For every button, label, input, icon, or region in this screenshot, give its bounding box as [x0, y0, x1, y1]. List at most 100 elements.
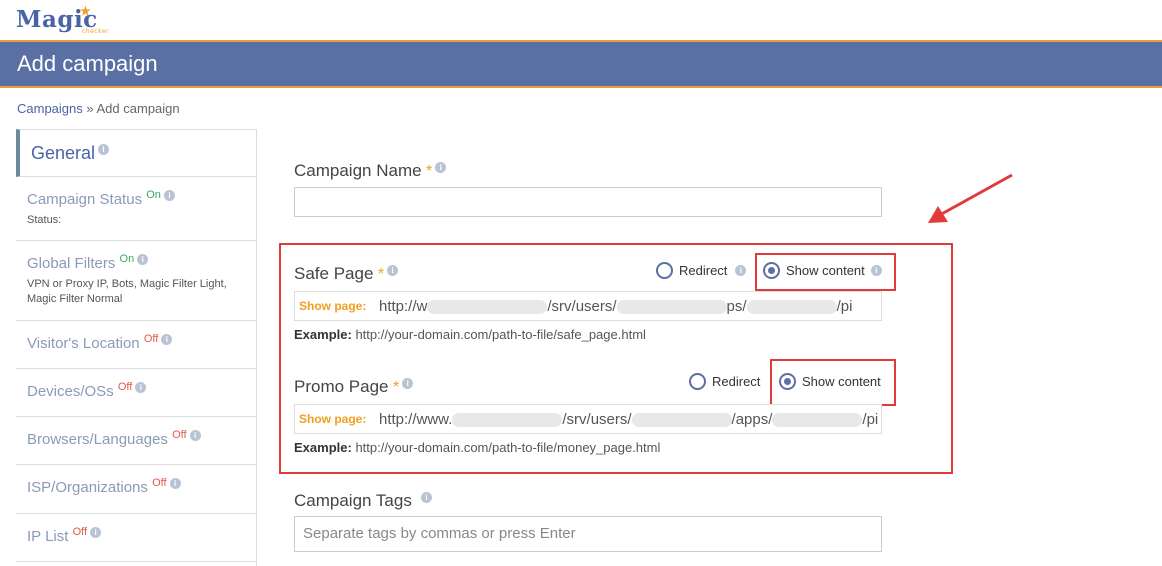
sidebar-item-label: IP List [27, 528, 69, 545]
safe-page-url-input[interactable]: Show page: http://w/srv/users/ps/ /pi [294, 291, 882, 321]
safe-redirect-radio[interactable]: Redirect i [656, 262, 747, 279]
breadcrumb: Campaigns » Add campaign [17, 101, 180, 116]
example-text: http://your-domain.com/path-to-file/mone… [355, 440, 661, 455]
redacted-block [746, 300, 837, 315]
status-badge: Off [143, 333, 159, 345]
sidebar-item-label: General [31, 143, 96, 163]
promo-page-example: Example: http://your-domain.com/path-to-… [294, 440, 660, 455]
radio-unchecked-icon[interactable] [689, 373, 706, 390]
required-marker: * [377, 266, 385, 283]
sidebar-item-isp-organizations[interactable]: ISP/Organizations Off i [16, 465, 256, 514]
radio-label: Redirect [712, 374, 761, 389]
url-value: http://www. /srv/users/ /apps/ /pi [379, 411, 878, 428]
status-badge: Off [172, 429, 187, 441]
safe-page-label: Safe Page * i [294, 264, 399, 284]
field-label-text: Campaign Name [294, 161, 422, 180]
field-label-text: Campaign Tags [294, 491, 412, 510]
url-part: ps/ [726, 298, 747, 315]
top-bar: Magic ★ checker [0, 0, 1162, 40]
star-icon: ★ [80, 4, 92, 18]
annotation-arrow-icon [928, 173, 1013, 223]
radio-label: Show content [802, 374, 881, 389]
radio-checked-icon[interactable] [779, 373, 796, 390]
sidebar-item-subtext: VPN or Proxy IP, Bots, Magic Filter Ligh… [27, 278, 227, 305]
info-icon[interactable]: i [435, 161, 447, 173]
tags-placeholder: Separate tags by commas or press Enter [303, 525, 576, 542]
promo-page-label: Promo Page * i [294, 377, 414, 397]
magic-checker-logo[interactable]: Magic ★ checker [16, 4, 109, 35]
field-label-text: Promo Page [294, 377, 389, 396]
promo-redirect-radio[interactable]: Redirect [689, 373, 760, 390]
info-icon[interactable]: i [735, 265, 747, 276]
sidebar-item-subtext: Status: [27, 214, 62, 226]
sidebar-item-ip-list[interactable]: IP List Off i [16, 514, 256, 562]
promo-show-content-radio[interactable]: Show content [779, 373, 881, 390]
sidebar-item-general[interactable]: General i [16, 129, 256, 177]
redacted-block [616, 300, 727, 315]
example-label: Example: [294, 440, 352, 455]
promo-page-url-input[interactable]: Show page: http://www. /srv/users/ /apps/ /… [294, 404, 882, 434]
safe-page-example: Example: http://your-domain.com/path-to-… [294, 327, 646, 342]
example-text: http://your-domain.com/path-to-file/safe… [355, 327, 646, 342]
redacted-block [772, 413, 863, 428]
status-badge: On [146, 189, 161, 201]
status-badge: On [119, 253, 135, 265]
campaign-name-label: Campaign Name * i [294, 161, 447, 181]
url-prefix: Show page: [299, 299, 367, 313]
redacted-block [452, 413, 563, 428]
info-icon[interactable]: i [402, 377, 414, 389]
logo-subtext: checker [82, 28, 110, 35]
url-part: /pi [862, 411, 879, 428]
url-part: http://www. [379, 411, 453, 428]
sidebar-item-browsers-languages[interactable]: Browsers/Languages Off i [16, 417, 256, 465]
sidebar-item-label: ISP/Organizations [27, 479, 148, 496]
url-part: /srv/users/ [562, 411, 632, 428]
breadcrumb-separator: » [82, 101, 97, 116]
sidebar-item-global-filters[interactable]: Global Filters On i VPN or Proxy IP, Bots… [16, 241, 256, 321]
sidebar-item-campaign-status[interactable]: Campaign Status On i Status: [16, 177, 256, 241]
info-icon[interactable]: i [98, 144, 110, 155]
radio-unchecked-icon[interactable] [656, 262, 673, 279]
info-icon[interactable]: i [420, 491, 432, 503]
url-part: /srv/users/ [547, 298, 617, 315]
field-label-text: Safe Page [294, 264, 374, 283]
info-icon[interactable]: i [169, 478, 181, 489]
radio-checked-icon[interactable] [763, 262, 780, 279]
sidebar-item-devices-oss[interactable]: Devices/OSs Off i [16, 369, 256, 417]
title-bar: Add campaign [0, 40, 1162, 88]
required-marker: * [426, 163, 433, 180]
page-title: Add campaign [17, 51, 158, 76]
url-value: http://w/srv/users/ps/ /pi [379, 298, 852, 315]
info-icon[interactable]: i [870, 265, 882, 276]
url-part: /pi [836, 298, 853, 315]
redacted-block [631, 413, 732, 428]
info-icon[interactable]: i [161, 334, 173, 345]
sidebar-item-visitors-location[interactable]: Visitor's Location Off i [16, 321, 256, 369]
status-badge: Off [117, 381, 133, 393]
sidebar-item-label: Campaign Status [27, 191, 143, 208]
campaign-tags-input[interactable]: Separate tags by commas or press Enter [294, 516, 882, 552]
campaign-tags-label: Campaign Tags i [294, 491, 432, 511]
campaign-name-input[interactable] [294, 187, 882, 217]
info-icon[interactable]: i [90, 527, 102, 538]
example-label: Example: [294, 327, 352, 342]
breadcrumb-current: Add campaign [96, 101, 180, 116]
radio-label: Redirect [679, 263, 728, 278]
sidebar-item-label: Devices/OSs [27, 383, 114, 400]
url-part: /apps/ [731, 411, 773, 428]
sidebar-item-label: Visitor's Location [27, 335, 140, 352]
info-icon[interactable]: i [137, 254, 149, 265]
breadcrumb-campaigns-link[interactable]: Campaigns [17, 101, 83, 116]
sidebar-item-label: Browsers/Languages [27, 431, 168, 448]
status-badge: Off [72, 526, 88, 538]
info-icon[interactable]: i [387, 264, 399, 276]
info-icon[interactable]: i [189, 430, 201, 441]
url-prefix: Show page: [299, 412, 367, 426]
info-icon[interactable]: i [135, 382, 147, 393]
url-part: http://w [379, 298, 428, 315]
info-icon[interactable]: i [163, 190, 175, 201]
redacted-block [427, 300, 548, 315]
sidebar-item-label: Global Filters [27, 255, 116, 272]
radio-label: Show content [786, 263, 865, 278]
safe-show-content-radio[interactable]: Show content i [763, 262, 882, 279]
